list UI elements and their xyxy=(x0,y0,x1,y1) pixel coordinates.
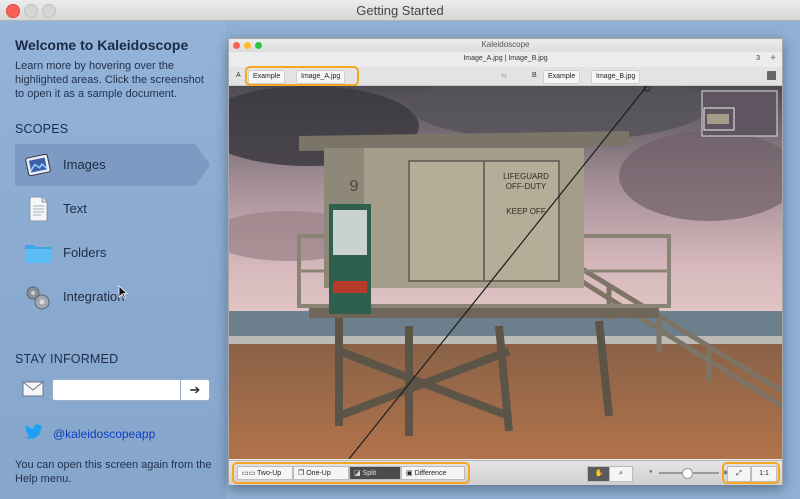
side-a-label: A xyxy=(236,72,241,79)
envelope-icon xyxy=(22,381,44,397)
mouse-cursor-icon xyxy=(118,285,128,299)
twitter-link[interactable]: @kaleidoscopeapp xyxy=(53,427,155,441)
path-bar: A Example Image_A.jpg ⇆ B Example Image_… xyxy=(229,66,782,86)
changes-count: 3 xyxy=(756,55,760,62)
hand-tool-icon: ✋ xyxy=(587,466,611,482)
side-a-folder-crumb: Example xyxy=(248,70,286,84)
preview-titlebar: Kaleidoscope xyxy=(229,39,782,52)
add-tab-button: + xyxy=(770,53,776,64)
magnifier-icon: ⌕ xyxy=(609,466,633,482)
window-title: Getting Started xyxy=(356,3,444,18)
email-input[interactable] xyxy=(52,379,182,401)
email-submit-button[interactable]: ➔ xyxy=(180,379,210,401)
file-pair-name: Image_A.jpg | Image_B.jpg xyxy=(463,55,548,62)
twitter-bird-icon xyxy=(24,424,43,439)
scopes-heading: SCOPES xyxy=(15,122,69,136)
gears-icon xyxy=(26,286,50,310)
sidebar: Welcome to Kaleidoscope Learn more by ho… xyxy=(0,21,226,499)
scope-item-folders[interactable]: Folders xyxy=(15,232,210,274)
scope-item-images[interactable]: Images xyxy=(15,144,210,186)
lifeguard-tower-photo: LIFEGUARD OFF-DUTY KEEP OFF 9 xyxy=(229,86,782,459)
side-a-path-highlight: Example Image_A.jpg xyxy=(245,66,359,86)
scope-item-integration[interactable]: Integration xyxy=(15,276,210,318)
mode-label: Two-Up xyxy=(257,470,282,477)
mode-one-up: ❐ One-Up xyxy=(293,466,349,480)
welcome-title: Welcome to Kaleidoscope xyxy=(15,37,189,53)
folder-icon xyxy=(25,245,51,263)
preview-file-tab: Image_A.jpg | Image_B.jpg 3 + xyxy=(229,53,782,67)
side-a-file-crumb: Image_A.jpg xyxy=(296,70,346,84)
mode-label: Split xyxy=(362,470,377,477)
sign-lifeguard: LIFEGUARD xyxy=(503,172,549,181)
side-b-file-crumb: Image_B.jpg xyxy=(591,70,641,84)
mode-label: Difference xyxy=(414,470,447,477)
zoom-out-icon: ● xyxy=(649,469,653,475)
mode-two-up: ▭▭ Two-Up xyxy=(237,466,293,480)
tower-number: 9 xyxy=(350,178,359,195)
image-viewer: LIFEGUARD OFF-DUTY KEEP OFF 9 xyxy=(229,86,782,459)
mode-label: One-Up xyxy=(306,470,331,477)
window-titlebar: Getting Started xyxy=(0,0,800,21)
side-b-folder-crumb: Example xyxy=(543,70,581,84)
scope-label: Text xyxy=(63,201,87,216)
actual-size-button: 1:1 xyxy=(751,466,777,482)
images-icon xyxy=(25,153,51,177)
zoom-slider-knob xyxy=(681,468,693,479)
scope-label: Integration xyxy=(63,289,125,304)
scope-label: Images xyxy=(63,157,106,172)
side-b-label: B xyxy=(532,72,537,79)
text-document-icon xyxy=(29,196,48,222)
preview-toolbar: ▭▭ Two-Up ❐ One-Up ◪ Split ▣ Difference … xyxy=(229,460,782,485)
sidebar-toggle-icon xyxy=(767,71,776,80)
swap-icon: ⇆ xyxy=(501,73,507,80)
mode-split: ◪ Split xyxy=(349,466,401,480)
scope-item-text[interactable]: Text xyxy=(15,188,210,230)
zoom-slider xyxy=(659,468,719,479)
fit-to-window-icon: ⤢ xyxy=(727,466,751,482)
welcome-text: Learn more by hovering over the highligh… xyxy=(15,60,204,100)
scope-label: Folders xyxy=(63,245,107,260)
sample-screenshot[interactable]: Kaleidoscope Image_A.jpg | Image_B.jpg 3… xyxy=(228,38,783,485)
sign-off-duty: OFF-DUTY xyxy=(506,182,547,191)
help-note: You can open this screen again from the … xyxy=(15,459,212,485)
stay-informed-heading: STAY INFORMED xyxy=(15,352,119,366)
mode-difference: ▣ Difference xyxy=(401,466,465,480)
sign-keep-off: KEEP OFF xyxy=(506,207,546,216)
preview-window-title: Kaleidoscope xyxy=(481,40,530,49)
